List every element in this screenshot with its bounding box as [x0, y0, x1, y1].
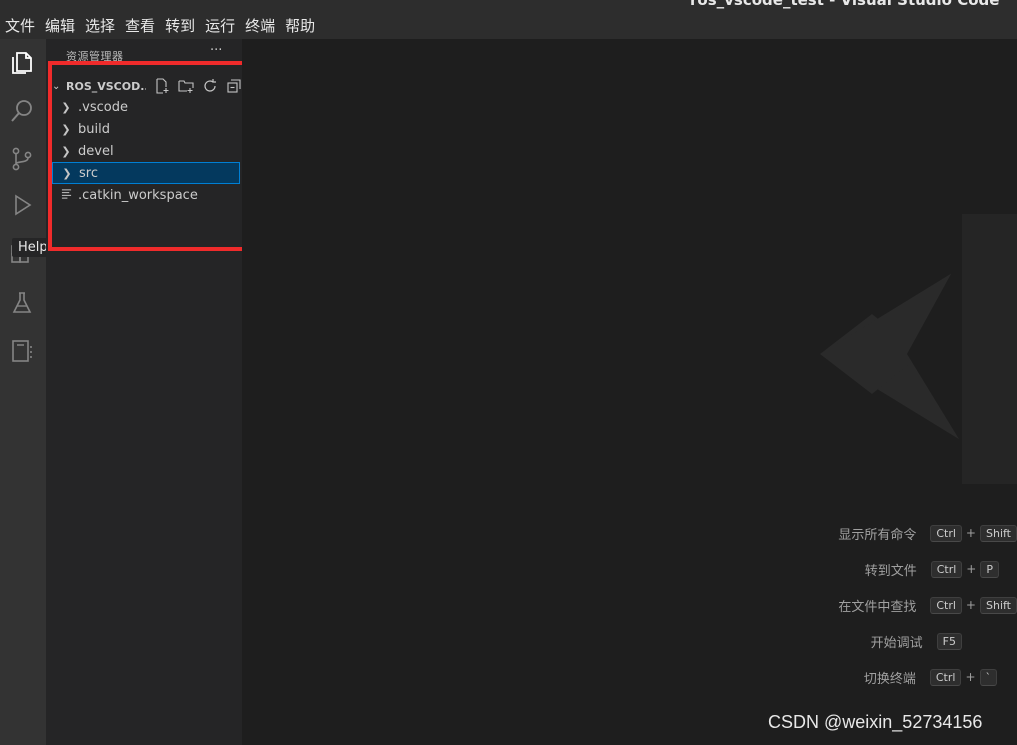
shortcut-show-all-commands: 显示所有命令 Ctrl + Shift — [838, 522, 1017, 544]
key-badge: Shift — [979, 524, 1017, 542]
menu-file[interactable]: 文件 — [0, 14, 40, 38]
plus-sign: + — [965, 670, 976, 684]
shortcut-go-to-file: 转到文件 Ctrl + P — [865, 558, 999, 580]
vscode-logo-watermark-icon — [820, 214, 1017, 484]
highlight-box — [48, 61, 255, 251]
key-badge: Ctrl — [930, 524, 962, 542]
menu-terminal[interactable]: 终端 — [240, 14, 280, 38]
shortcut-label: 显示所有命令 — [838, 527, 917, 543]
debug-icon[interactable] — [8, 191, 36, 219]
editor-area: 显示所有命令 Ctrl + Shift 转到文件 Ctrl + P 在文件中查找… — [242, 39, 1017, 745]
notebook-icon[interactable] — [8, 337, 36, 365]
key-badge: Shift — [979, 596, 1017, 614]
shortcut-find-in-files: 在文件中查找 Ctrl + Shift — [838, 594, 1017, 616]
shortcut-label: 转到文件 — [864, 563, 917, 579]
plus-sign: + — [965, 598, 976, 612]
title-bar: ros_vscode_test - Visual Studio Code 文件 … — [0, 0, 1017, 39]
testing-icon[interactable] — [8, 289, 36, 317]
files-icon[interactable] — [8, 49, 36, 77]
shortcut-label: 在文件中查找 — [838, 599, 917, 615]
shortcut-toggle-terminal: 切换终端 Ctrl + ` — [864, 666, 997, 688]
key-badge: Ctrl — [930, 596, 962, 614]
shortcut-start-debugging: 开始调试 F5 — [871, 630, 962, 652]
plus-sign: + — [966, 562, 977, 576]
shortcut-label: 开始调试 — [870, 635, 923, 651]
activity-bar: Help — [0, 39, 54, 745]
key-badge: Ctrl — [929, 668, 962, 686]
plus-sign: + — [965, 526, 976, 540]
menu-help[interactable]: 帮助 — [280, 14, 320, 38]
key-badge: ` — [979, 668, 997, 686]
csdn-watermark: CSDN @weixin_52734156 — [768, 712, 983, 732]
menu-bar: 文件 编辑 选择 查看 转到 运行 终端 帮助 — [0, 14, 320, 38]
source-control-icon[interactable] — [8, 145, 36, 173]
menu-go[interactable]: 转到 — [160, 14, 200, 38]
key-badge: Ctrl — [930, 560, 963, 578]
key-badge: F5 — [936, 632, 962, 650]
search-icon[interactable] — [8, 97, 36, 125]
window-title: ros_vscode_test - Visual Studio Code — [690, 0, 1000, 9]
more-actions-icon[interactable]: ··· — [210, 43, 222, 58]
shortcut-label: 切换终端 — [863, 671, 916, 687]
menu-edit[interactable]: 编辑 — [40, 14, 80, 38]
menu-run[interactable]: 运行 — [200, 14, 240, 38]
menu-selection[interactable]: 选择 — [80, 14, 120, 38]
menu-view[interactable]: 查看 — [120, 14, 160, 38]
key-badge: P — [980, 560, 999, 578]
